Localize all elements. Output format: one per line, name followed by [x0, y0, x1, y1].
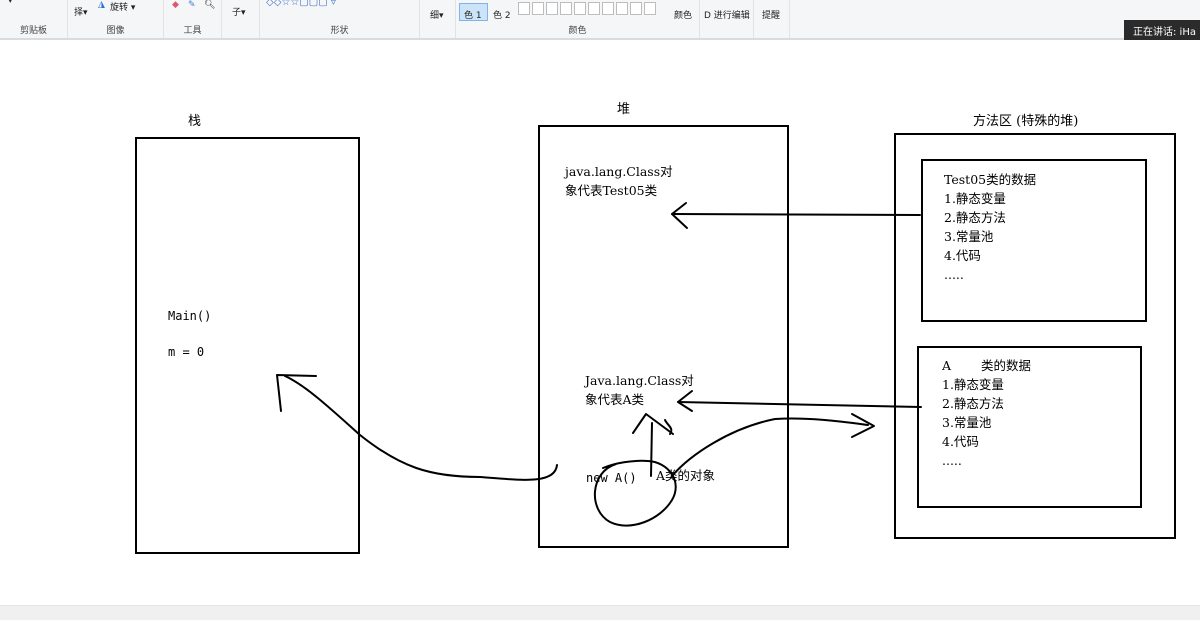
clipboard-group: ▾ 剪贴板: [0, 0, 68, 38]
rotate-icon: ◮: [98, 0, 105, 10]
color2-label[interactable]: 色 2: [493, 8, 511, 21]
clipboard-group-label: 剪贴板: [19, 26, 47, 36]
thickness-group: 细▾: [420, 0, 456, 38]
arrow-a-object-to-method-area: [671, 417, 869, 477]
palette-swatch[interactable]: [616, 2, 628, 15]
shapes-group: ◇◇☆☆▢▢▢ ▿ 形状: [260, 0, 420, 38]
rotate-label: 旋转: [110, 3, 129, 13]
tip-button[interactable]: 提醒: [762, 8, 780, 21]
thickness-label: 细: [430, 11, 440, 21]
eraser-icon[interactable]: ◆: [172, 0, 179, 10]
thickness-button[interactable]: 细▾: [430, 8, 444, 21]
arrow-test05-to-heap: [671, 213, 921, 216]
brushes-group: 子▾: [222, 0, 260, 38]
brushes-button[interactable]: 子▾: [232, 5, 246, 18]
circle-a-object: [594, 459, 677, 527]
colors-group-label: 颜色: [568, 26, 587, 36]
paste-button-fragment[interactable]: ▾: [8, 0, 13, 6]
shapes-group-label: 形状: [330, 26, 349, 36]
colors-group: 色 1 色 2 颜色 颜色: [456, 0, 700, 38]
freehand-strokes: [276, 202, 922, 527]
palette-swatch[interactable]: [532, 2, 544, 15]
rotate-button[interactable]: 旋转 ▾: [110, 0, 135, 13]
palette-swatch[interactable]: [518, 2, 530, 15]
paint-ribbon: ▾ 剪贴板 择▾ ◮ 旋转 ▾ 图像 ◆ ✎ 🔍︎ 工具 子▾ ◇◇☆☆▢▢▢ …: [0, 0, 1200, 40]
color1-label: 色 1: [464, 11, 482, 21]
palette-swatch[interactable]: [602, 2, 614, 15]
status-bar: [0, 605, 1200, 620]
select-button[interactable]: 择▾: [74, 5, 88, 18]
arrow-test05-head: [671, 202, 688, 229]
arrow-a-class-to-heap: [677, 401, 922, 408]
arrow-method-area-head: [851, 413, 875, 438]
arrow-a-class-head: [677, 390, 693, 412]
paint3d-group: D 进行编辑: [700, 0, 754, 38]
edit-colors-button[interactable]: 颜色: [674, 8, 692, 21]
select-label: 择: [74, 8, 84, 18]
brushes-label: 子: [232, 8, 242, 18]
color-picker-icon[interactable]: ✎: [188, 0, 196, 10]
drawing-canvas[interactable]: 栈 Main() m = 0 堆 java.lang.Class对 象代表Tes…: [0, 40, 1200, 605]
squiggle-a-object: [664, 419, 673, 435]
paint3d-button[interactable]: D 进行编辑: [704, 8, 750, 21]
palette-swatch[interactable]: [588, 2, 600, 15]
arrow-new-a-to-stack: [284, 375, 558, 481]
tools-group: ◆ ✎ 🔍︎ 工具: [164, 0, 222, 38]
image-group-label: 图像: [106, 26, 125, 36]
magnifier-icon[interactable]: 🔍︎: [204, 0, 215, 10]
palette-swatch[interactable]: [560, 2, 572, 15]
palette-swatch[interactable]: [644, 2, 656, 15]
shapes-gallery-icon[interactable]: ◇◇☆☆▢▢▢ ▿: [266, 0, 336, 8]
image-group: 择▾ ◮ 旋转 ▾ 图像: [68, 0, 164, 38]
tools-group-label: 工具: [183, 26, 202, 36]
palette-swatch[interactable]: [574, 2, 586, 15]
arrow-new-a-up: [650, 422, 653, 477]
palette-swatch[interactable]: [546, 2, 558, 15]
tip-group: 提醒: [754, 0, 790, 38]
palette-swatch[interactable]: [630, 2, 642, 15]
